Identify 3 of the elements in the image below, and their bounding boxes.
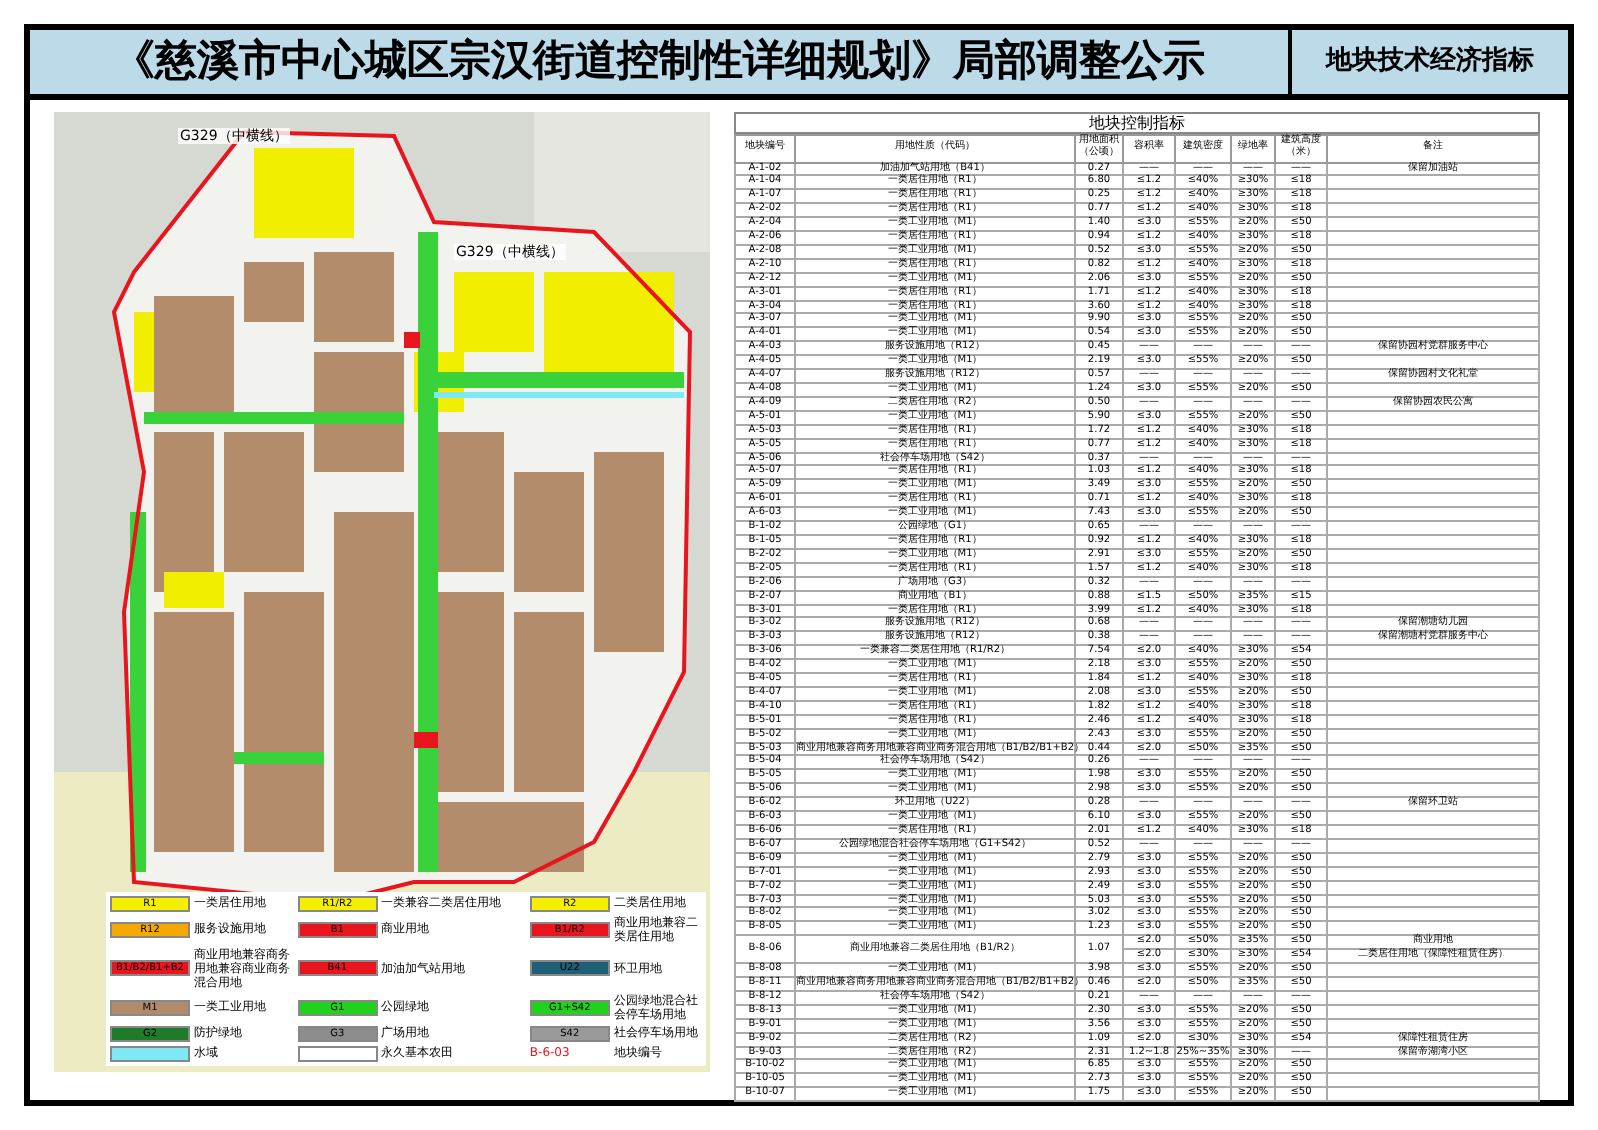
section-label: 地块技术经济指标: [1288, 30, 1568, 93]
notice-title: 《慈溪市中心城区宗汉街道控制性详细规划》局部调整公示: [111, 34, 1207, 88]
table-title: 地块控制指标: [734, 111, 1540, 133]
